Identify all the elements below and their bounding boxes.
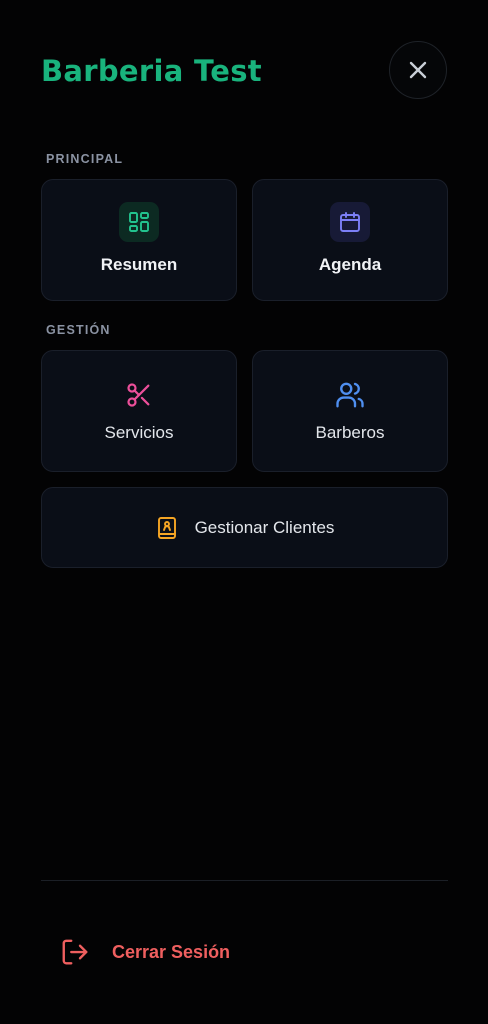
menu-item-label: Gestionar Clientes <box>194 517 335 537</box>
dashboard-grid-icon <box>129 212 149 232</box>
menu-item-label: Barberos <box>315 423 385 442</box>
agenda-icon-box <box>330 202 370 242</box>
footer-divider <box>41 880 448 881</box>
barberos-icon-box <box>334 379 366 411</box>
resumen-icon-box <box>119 202 159 242</box>
contact-book-icon <box>157 516 176 539</box>
section-label-gestion: GESTIÓN <box>46 323 111 337</box>
scissors-icon <box>127 383 150 407</box>
logout-button[interactable]: Cerrar Sesión <box>60 934 230 970</box>
logout-icon <box>62 939 88 965</box>
menu-item-label: Servicios <box>104 423 174 442</box>
close-icon <box>409 61 427 79</box>
menu-item-agenda[interactable]: Agenda <box>252 179 448 301</box>
users-icon <box>336 382 364 408</box>
servicios-icon-box <box>123 379 155 411</box>
menu-item-barberos[interactable]: Barberos <box>252 350 448 472</box>
calendar-icon <box>340 212 360 232</box>
menu-item-gestionar-clientes[interactable]: Gestionar Clientes <box>41 487 448 568</box>
menu-item-resumen[interactable]: Resumen <box>41 179 237 301</box>
app-title: Barberia Test <box>41 54 262 88</box>
section-label-principal: PRINCIPAL <box>46 152 124 166</box>
logout-label: Cerrar Sesión <box>112 941 231 962</box>
menu-item-label: Resumen <box>100 255 178 274</box>
menu-item-servicios[interactable]: Servicios <box>41 350 237 472</box>
menu-header: Barberia Test <box>41 40 447 100</box>
menu-item-label: Agenda <box>318 255 382 274</box>
close-button[interactable] <box>389 41 447 99</box>
side-menu: Barberia Test PRINCIPAL Resumen Agenda G… <box>0 0 488 1024</box>
